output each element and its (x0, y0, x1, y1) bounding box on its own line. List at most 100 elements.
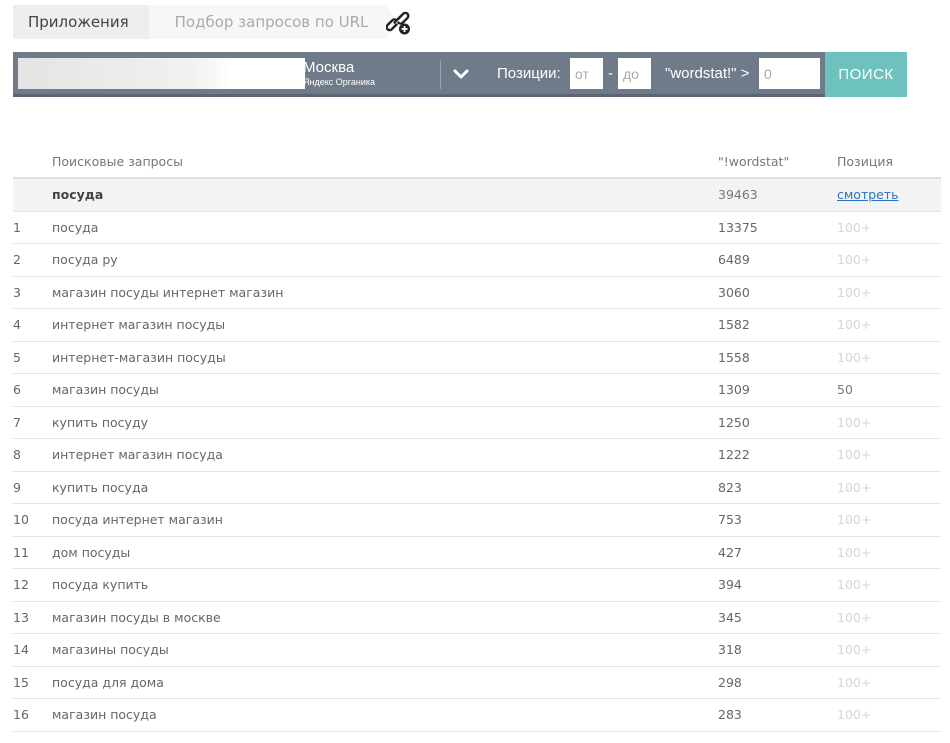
row-position: 100+ (837, 512, 872, 528)
row-query: магазин посуды (52, 382, 159, 398)
row-query: интернет магазин посуды (52, 317, 226, 333)
row-query: магазин посуда (52, 707, 157, 723)
summary-row: посуда 39463 смотреть (13, 179, 941, 212)
row-num: 7 (13, 414, 21, 430)
row-num: 1 (13, 219, 21, 235)
row-wordstat: 1309 (718, 382, 750, 398)
table-row: 10 посуда интернет магазин 753 100+ (13, 504, 941, 537)
row-query: посуда интернет магазин (52, 512, 223, 528)
row-wordstat: 318 (718, 642, 742, 658)
table-row: 7 купить посуду 1250 100+ (13, 407, 941, 439)
url-input[interactable] (18, 58, 305, 89)
row-query: интернет-магазин посуды (52, 349, 226, 365)
table-row: 8 интернет магазин посуда 1222 100+ (13, 439, 941, 472)
region-engine: Яндекс Органика (303, 77, 375, 87)
region-city: Москва (303, 59, 355, 76)
table-row: 6 магазин посуды 1309 50 (13, 374, 941, 407)
table-row: 15 посуда для дома 298 100+ (13, 667, 941, 699)
row-query: посуда ру (52, 252, 118, 268)
row-query: дом посуды (52, 544, 131, 560)
row-position: 100+ (837, 447, 872, 463)
row-num: 3 (13, 284, 21, 300)
row-wordstat: 283 (718, 707, 742, 723)
row-wordstat: 3060 (718, 284, 750, 300)
row-position: 100+ (837, 349, 872, 365)
search-button[interactable]: ПОИСК (825, 52, 907, 97)
breadcrumb-current-label: Подбор запросов по URL (174, 13, 369, 31)
row-num: 4 (13, 317, 21, 333)
row-num: 2 (13, 252, 21, 268)
chevron-down-icon[interactable] (452, 65, 470, 83)
row-query: купить посуду (52, 414, 148, 430)
row-wordstat: 345 (718, 609, 742, 625)
wordstat-min-input[interactable] (759, 58, 820, 89)
breadcrumb: Приложения Подбор запросов по URL (13, 5, 400, 39)
row-position: 100+ (837, 544, 872, 560)
table-row: 12 посуда купить 394 100+ (13, 569, 941, 602)
row-query: посуда купить (52, 577, 149, 593)
row-num: 9 (13, 479, 21, 495)
row-position: 100+ (837, 707, 872, 723)
position-to-input[interactable] (618, 58, 651, 89)
row-position: 100+ (837, 609, 872, 625)
table-row: 2 посуда ру 6489 100+ (13, 244, 941, 277)
toolbar-divider (440, 60, 441, 89)
breadcrumb-current: Подбор запросов по URL (148, 5, 400, 39)
row-wordstat: 6489 (718, 252, 750, 268)
row-num: 6 (13, 382, 21, 398)
row-position: 100+ (837, 479, 872, 495)
row-num: 5 (13, 349, 21, 365)
row-query: купить посуда (52, 479, 149, 495)
summary-wordstat: 39463 (718, 187, 758, 203)
table-row: 11 дом посуды 427 100+ (13, 537, 941, 569)
row-wordstat: 1558 (718, 349, 750, 365)
header-query: Поисковые запросы (52, 153, 183, 169)
breadcrumb-apps-label: Приложения (28, 13, 129, 31)
table-row: 5 интернет-магазин посуды 1558 100+ (13, 342, 941, 374)
row-position: 100+ (837, 317, 872, 333)
results-table: Поисковые запросы "!wordstat" Позиция по… (13, 145, 941, 732)
row-position: 100+ (837, 577, 872, 593)
row-num: 14 (13, 642, 29, 658)
breadcrumb-apps[interactable]: Приложения (13, 5, 162, 39)
row-query: магазин посуды в москве (52, 609, 221, 625)
row-position: 50 (837, 382, 853, 398)
row-num: 8 (13, 447, 21, 463)
row-num: 12 (13, 577, 29, 593)
table-row: 3 магазин посуды интернет магазин 3060 100+ (13, 277, 941, 309)
header-position[interactable]: Позиция (837, 154, 941, 169)
row-num: 10 (13, 512, 29, 528)
row-num: 13 (13, 609, 29, 625)
row-position: 100+ (837, 252, 872, 268)
table-row: 4 интернет магазин посуды 1582 100+ (13, 309, 941, 342)
row-query: магазин посуды интернет магазин (52, 284, 284, 300)
summary-query: посуда (52, 187, 104, 203)
row-wordstat: 13375 (718, 219, 758, 235)
header-wordstat[interactable]: "!wordstat" (718, 154, 837, 169)
row-wordstat: 427 (718, 544, 742, 560)
row-query: посуда (52, 219, 99, 235)
table-row: 9 купить посуда 823 100+ (13, 472, 941, 504)
row-position: 100+ (837, 219, 872, 235)
row-num: 15 (13, 674, 29, 690)
table-row: 13 магазин посуды в москве 345 100+ (13, 602, 941, 634)
row-position: 100+ (837, 674, 872, 690)
row-query: посуда для дома (52, 674, 164, 690)
table-row: 14 магазины посуды 318 100+ (13, 634, 941, 667)
link-add-icon[interactable] (386, 10, 412, 36)
row-wordstat: 753 (718, 512, 742, 528)
table-header: Поисковые запросы "!wordstat" Позиция (13, 145, 941, 179)
positions-label: Позиции: (497, 65, 561, 82)
position-from-input[interactable] (570, 58, 603, 89)
range-dash: - (608, 65, 613, 82)
table-row: 16 магазин посуда 283 100+ (13, 699, 941, 732)
row-wordstat: 298 (718, 674, 742, 690)
row-num: 11 (13, 544, 29, 560)
region-selector[interactable]: Москва Яндекс Органика (303, 59, 375, 87)
view-positions-link[interactable]: смотреть (837, 187, 899, 202)
wordstat-label: "wordstat!" > (665, 65, 750, 82)
row-position: 100+ (837, 284, 872, 300)
row-query: магазины посуды (52, 642, 169, 658)
row-position: 100+ (837, 642, 872, 658)
row-wordstat: 1250 (718, 414, 750, 430)
